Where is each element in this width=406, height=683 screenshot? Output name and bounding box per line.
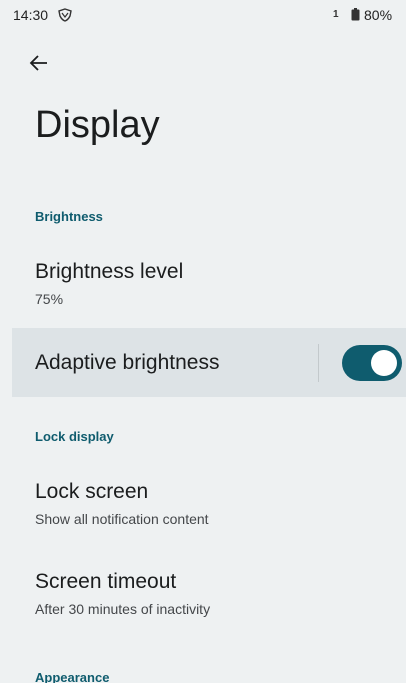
section-header-lock-display: Lock display [35,429,114,444]
back-button[interactable] [24,48,54,78]
page-title: Display [35,104,160,146]
battery-icon [351,8,360,21]
status-time: 14:30 [13,7,49,23]
brightness-level-summary: 75% [35,291,64,307]
lock-screen-item[interactable]: Lock screen Show all notification conten… [12,466,406,546]
toggle-thumb [371,350,397,376]
settings-screen: 14:30 1 80% Display Brightness Brightnes… [0,0,406,683]
screen-timeout-item[interactable]: Screen timeout After 30 minutes of inact… [12,556,406,636]
lock-screen-title: Lock screen [35,480,149,503]
section-header-appearance: Appearance [35,670,110,683]
arrow-back-icon [29,55,47,71]
brightness-level-title: Brightness level [35,260,184,283]
screen-timeout-title: Screen timeout [35,570,177,593]
battery-percentage: 80% [364,7,393,23]
lock-screen-summary: Show all notification content [35,511,209,527]
shield-icon [58,8,72,22]
adaptive-brightness-toggle[interactable] [342,345,402,381]
toggle-divider [318,344,319,382]
sim-indicator: 1 [333,9,339,20]
adaptive-brightness-title: Adaptive brightness [35,351,220,374]
screen-timeout-summary: After 30 minutes of inactivity [35,601,211,617]
status-bar: 14:30 1 80% [0,0,406,30]
section-header-brightness: Brightness [35,209,103,224]
brightness-level-item[interactable]: Brightness level 75% [12,245,406,323]
